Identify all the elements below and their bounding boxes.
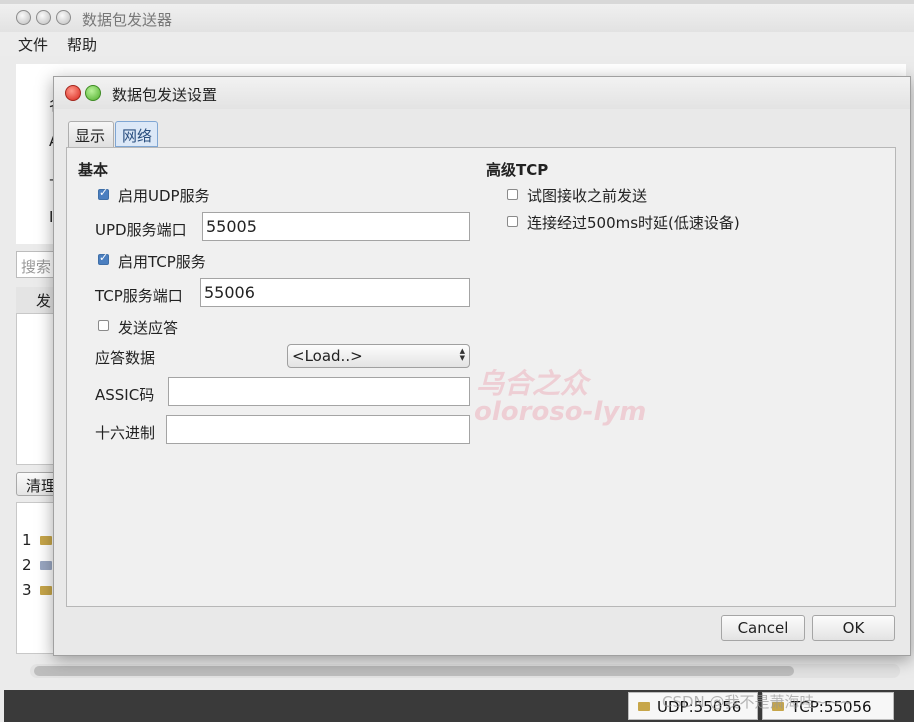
main-close-button[interactable]	[16, 10, 31, 25]
enable-udp-label[interactable]: 启用UDP服务	[118, 185, 210, 206]
advanced-tcp-heading: 高级TCP	[486, 161, 549, 179]
packet-icon	[40, 586, 52, 595]
tab-display[interactable]: 显示	[68, 121, 114, 147]
try-receive-label[interactable]: 试图接收之前发送	[527, 185, 647, 206]
tcp-port-label: TCP服务端口	[95, 287, 183, 305]
reply-data-label: 应答数据	[95, 349, 156, 367]
settings-dialog: 数据包发送设置 显示 网络 基本 启用UDP服务 UPD服务端口 55005 启…	[53, 76, 911, 656]
dialog-titlebar: 数据包发送设置	[54, 77, 910, 109]
main-maximize-button[interactable]	[56, 10, 71, 25]
enable-tcp-checkbox[interactable]	[98, 251, 109, 265]
watermark-text: oloroso-lym	[474, 397, 647, 427]
tcp-port-field[interactable]: 55006	[200, 278, 470, 307]
dialog-maximize-button[interactable]	[85, 85, 101, 101]
send-reply-label[interactable]: 发送应答	[118, 317, 178, 338]
cancel-button[interactable]: Cancel	[721, 615, 805, 641]
ascii-label: ASSIC码	[95, 386, 155, 404]
slow-device-label[interactable]: 连接经过500ms时延(低速设备)	[527, 212, 740, 233]
dialog-close-button[interactable]	[65, 85, 81, 101]
menu-help[interactable]: 帮助	[67, 34, 97, 55]
enable-tcp-label[interactable]: 启用TCP服务	[118, 251, 206, 272]
packet-icon	[40, 536, 52, 545]
menu-file[interactable]: 文件	[18, 34, 48, 55]
slow-device-checkbox[interactable]	[507, 216, 518, 227]
packet-icon	[638, 702, 650, 711]
packet-icon	[40, 561, 52, 570]
main-window-titlebar: 数据包发送器	[0, 4, 914, 33]
reply-data-select[interactable]: <Load..> ▲ ▼	[287, 344, 470, 368]
menubar: 文件 帮助	[0, 32, 914, 56]
udp-port-field[interactable]: 55005	[202, 212, 470, 241]
main-window-title: 数据包发送器	[82, 11, 173, 29]
log-row-number: 2	[22, 556, 32, 574]
hex-field[interactable]	[166, 415, 470, 444]
try-receive-checkbox[interactable]	[507, 189, 518, 200]
ok-button[interactable]: OK	[812, 615, 895, 641]
send-reply-checkbox[interactable]	[98, 320, 109, 331]
udp-port-label: UPD服务端口	[95, 221, 187, 239]
reply-data-selected: <Load..>	[292, 347, 363, 365]
log-row-number: 1	[22, 531, 32, 549]
updown-arrows-icon: ▲ ▼	[459, 347, 465, 362]
horizontal-scrollbar-thumb[interactable]	[34, 666, 794, 676]
hex-label: 十六进制	[95, 424, 156, 442]
enable-udp-checkbox[interactable]	[98, 186, 109, 200]
log-row-number: 3	[22, 581, 32, 599]
watermark-text: 乌合之众	[476, 367, 589, 400]
packet-table-header-send[interactable]: 发	[36, 290, 51, 311]
dialog-title: 数据包发送设置	[112, 86, 218, 104]
tab-network[interactable]: 网络	[115, 121, 158, 147]
ascii-field[interactable]	[168, 377, 470, 406]
main-minimize-button[interactable]	[36, 10, 51, 25]
csdn-watermark: CSDN @我不是萧海哇~~~	[662, 693, 853, 711]
basic-section-heading: 基本	[78, 161, 109, 179]
